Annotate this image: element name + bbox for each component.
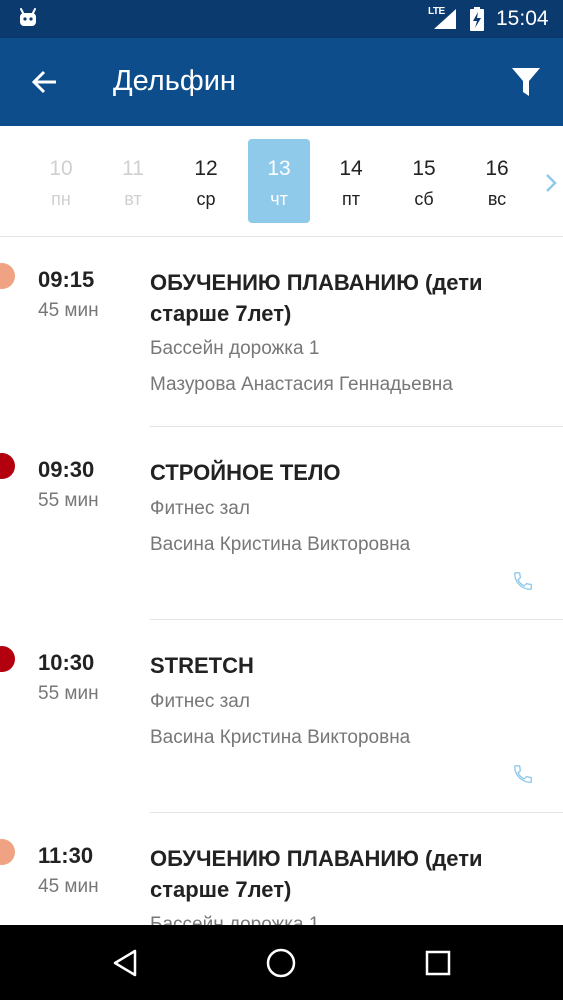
battery-charging-icon <box>470 7 484 31</box>
system-navigation-bar <box>0 925 563 1000</box>
filter-button[interactable] <box>506 62 546 102</box>
day-number: 13 <box>267 157 291 180</box>
arrow-left-icon <box>31 70 56 94</box>
schedule-item[interactable]: 09:30 55 мин СТРОЙНОЕ ТЕЛО Фитнес зал Ва… <box>0 427 563 620</box>
chevron-right-icon <box>546 174 557 192</box>
schedule-item[interactable]: 10:30 55 мин STRETCH Фитнес зал Васина К… <box>0 620 563 813</box>
class-location: Фитнес зал <box>150 498 250 519</box>
activity-color-dot <box>0 646 15 672</box>
class-location: Бассейн дорожка 1 <box>150 338 320 359</box>
day-number: 15 <box>412 157 436 180</box>
day-tab[interactable]: 11 вт <box>102 139 164 223</box>
signal-icon <box>434 9 456 29</box>
class-name: STRETCH <box>150 653 254 678</box>
phone-icon[interactable] <box>512 763 534 785</box>
day-tab[interactable]: 10 пн <box>30 139 92 223</box>
day-of-week: вт <box>124 189 142 209</box>
activity-color-dot <box>0 839 15 865</box>
nav-recents-button[interactable] <box>420 945 456 981</box>
class-location: Фитнес зал <box>150 691 250 712</box>
activity-color-dot <box>0 263 15 289</box>
day-tab[interactable]: 13 чт <box>248 139 310 223</box>
circle-home-icon <box>266 948 296 978</box>
schedule-item[interactable]: 09:15 45 мин ОБУЧЕНИЮ ПЛАВАНИЮ (дети ста… <box>0 237 563 427</box>
day-number: 11 <box>122 157 144 180</box>
funnel-icon <box>512 68 540 96</box>
class-time: 09:30 <box>38 457 95 482</box>
triangle-back-icon <box>113 949 137 977</box>
square-recents-icon <box>425 950 451 976</box>
day-number: 14 <box>339 157 363 180</box>
class-name: СТРОЙНОЕ ТЕЛО <box>150 460 341 485</box>
next-week-button[interactable] <box>540 168 562 198</box>
android-notification-icon <box>20 8 36 26</box>
class-duration: 55 мин <box>38 490 99 511</box>
day-of-week: пн <box>51 189 71 209</box>
class-name: ОБУЧЕНИЮ ПЛАВАНИЮ (дети старше 7лет) <box>150 270 483 326</box>
day-of-week: чт <box>270 189 288 209</box>
status-bar: LTE 15:04 <box>0 0 563 38</box>
class-location: Бассейн дорожка 1 <box>150 914 320 925</box>
day-number: 10 <box>49 157 73 180</box>
day-tab[interactable]: 14 пт <box>320 139 382 223</box>
day-tab[interactable]: 16 вс <box>466 139 528 223</box>
date-strip: 10 пн 11 вт 12 ср 13 чт 14 пт 15 сб 16 в… <box>0 126 563 237</box>
class-trainer: Васина Кристина Викторовна <box>150 727 411 748</box>
day-tab[interactable]: 12 ср <box>175 139 237 223</box>
phone-icon[interactable] <box>512 570 534 592</box>
nav-home-button[interactable] <box>263 945 299 981</box>
class-time: 09:15 <box>38 267 95 292</box>
app-bar: Дельфин <box>0 38 563 126</box>
nav-back-button[interactable] <box>107 945 143 981</box>
day-of-week: сб <box>414 189 434 209</box>
class-duration: 55 мин <box>38 683 99 704</box>
class-time: 10:30 <box>38 650 95 675</box>
day-number: 12 <box>194 157 218 180</box>
day-of-week: пт <box>342 189 360 209</box>
schedule-item[interactable]: 11:30 45 мин ОБУЧЕНИЮ ПЛАВАНИЮ (дети ста… <box>0 813 563 925</box>
day-number: 16 <box>485 157 509 180</box>
activity-color-dot <box>0 453 15 479</box>
class-duration: 45 мин <box>38 300 99 321</box>
class-time: 11:30 <box>38 843 94 868</box>
day-of-week: ср <box>196 189 216 209</box>
day-tab[interactable]: 15 сб <box>393 139 455 223</box>
class-name: ОБУЧЕНИЮ ПЛАВАНИЮ (дети старше 7лет) <box>150 846 483 902</box>
class-duration: 45 мин <box>38 876 99 897</box>
class-trainer: Мазурова Анастасия Геннадьевна <box>150 374 453 395</box>
back-button[interactable] <box>26 64 62 100</box>
schedule-list: 09:15 45 мин ОБУЧЕНИЮ ПЛАВАНИЮ (дети ста… <box>0 237 563 925</box>
class-trainer: Васина Кристина Викторовна <box>150 534 411 555</box>
page-title: Дельфин <box>113 65 236 97</box>
status-clock: 15:04 <box>496 7 549 30</box>
day-of-week: вс <box>487 189 507 209</box>
